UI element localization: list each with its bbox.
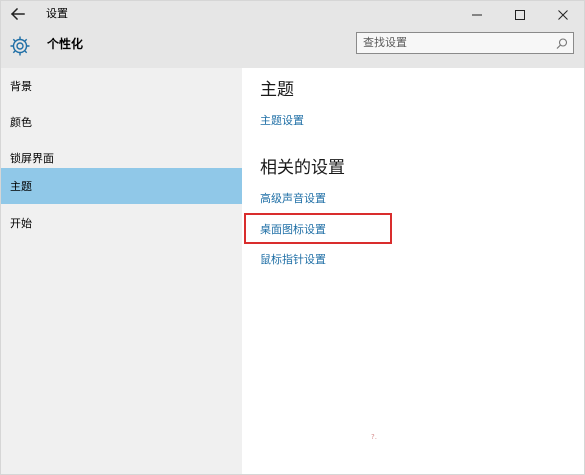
minimize-icon bbox=[471, 5, 482, 24]
page-title: 个性化 bbox=[47, 37, 84, 51]
theme-heading: 主题 bbox=[260, 80, 294, 100]
page-header: 个性化 bbox=[1, 28, 584, 68]
sidebar-item-label: 背景 bbox=[10, 80, 32, 93]
gear-icon bbox=[9, 35, 31, 57]
sidebar-item-themes[interactable]: 主题 bbox=[1, 168, 242, 204]
related-settings-heading: 相关的设置 bbox=[260, 158, 345, 178]
window-controls bbox=[455, 1, 584, 28]
sidebar-item-label: 开始 bbox=[10, 217, 32, 230]
sidebar-item-label: 锁屏界面 bbox=[10, 152, 54, 165]
close-icon bbox=[557, 5, 568, 24]
advanced-sound-settings-link[interactable]: 高级声音设置 bbox=[260, 191, 326, 207]
search-icon[interactable] bbox=[555, 36, 569, 50]
search-input[interactable] bbox=[363, 35, 543, 51]
settings-window: 设置 个性化 查找设置 背景 颜色 锁屏界面 主题 开始 主题 主题设置 相关的… bbox=[0, 0, 585, 475]
annotation-mark: ?. bbox=[371, 433, 377, 441]
theme-settings-link[interactable]: 主题设置 bbox=[260, 113, 304, 129]
arrow-left-icon bbox=[10, 5, 25, 24]
window-title: 设置 bbox=[46, 7, 68, 20]
sidebar: 背景 颜色 锁屏界面 主题 开始 bbox=[1, 68, 242, 474]
close-button[interactable] bbox=[541, 1, 584, 28]
desktop-icon-settings-link[interactable]: 桌面图标设置 bbox=[260, 222, 326, 238]
maximize-icon bbox=[514, 5, 525, 24]
sidebar-item-label: 主题 bbox=[10, 180, 32, 193]
sidebar-item-background[interactable]: 背景 bbox=[1, 68, 242, 104]
main-content: 主题 主题设置 相关的设置 高级声音设置 桌面图标设置 鼠标指针设置 bbox=[242, 68, 584, 474]
sidebar-item-colors[interactable]: 颜色 bbox=[1, 104, 242, 140]
mouse-pointer-settings-link[interactable]: 鼠标指针设置 bbox=[260, 252, 326, 268]
title-bar: 设置 bbox=[1, 1, 584, 28]
search-box[interactable] bbox=[356, 32, 574, 54]
maximize-button[interactable] bbox=[498, 1, 541, 28]
minimize-button[interactable] bbox=[455, 1, 498, 28]
sidebar-item-start[interactable]: 开始 bbox=[1, 205, 242, 241]
back-button[interactable] bbox=[8, 6, 28, 22]
sidebar-item-label: 颜色 bbox=[10, 116, 32, 129]
